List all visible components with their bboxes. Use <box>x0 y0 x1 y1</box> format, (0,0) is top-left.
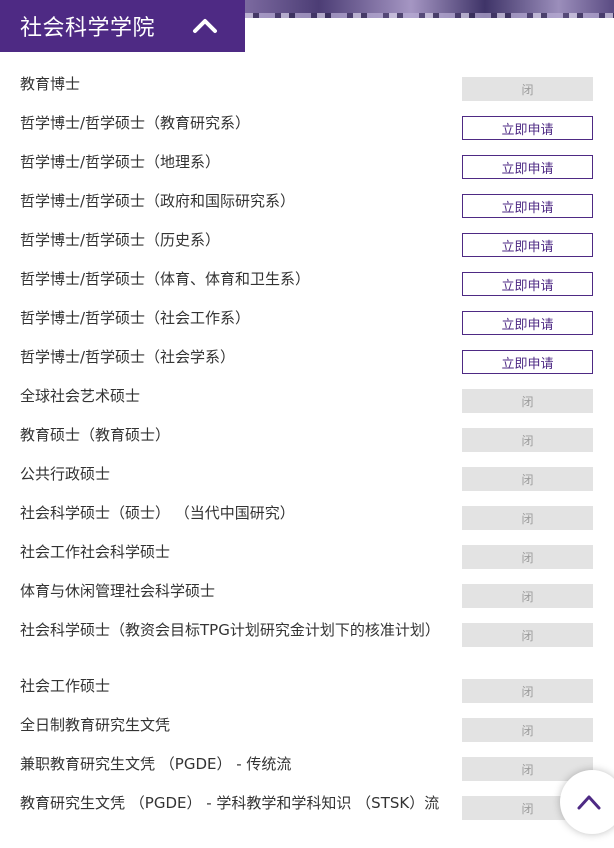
program-name: 全日制教育研究生文凭 <box>20 716 171 734</box>
closed-status-badge: 闭 <box>462 506 593 530</box>
program-row: 社会工作社会科学硕士 闭 <box>0 542 614 581</box>
closed-status-badge: 闭 <box>462 545 593 569</box>
program-list: 教育博士闭哲学博士/哲学硕士（教育研究系） 立即申请 哲学博士/哲学硕士（地理系）立… <box>0 74 614 832</box>
program-name: 兼职教育研究生文凭 （PGDE） - 传统流 <box>20 755 292 773</box>
collapse-section-button[interactable] <box>190 12 220 38</box>
apply-now-button[interactable]: 立即申请 <box>462 116 593 140</box>
program-name: 社会科学硕士（教资会目标TPG计划研究金计划下的核准计划） <box>20 621 440 639</box>
program-name: 体育与休闲管理社会科学硕士 <box>20 582 216 600</box>
closed-status-badge: 闭 <box>462 718 593 742</box>
program-row: 全球社会艺术硕士 闭 <box>0 386 614 425</box>
program-name: 哲学博士/哲学硕士（历史系） <box>20 231 221 249</box>
section-header[interactable]: 社会科学学院 <box>0 0 245 52</box>
program-name: 哲学博士/哲学硕士（教育研究系） <box>20 114 251 132</box>
program-name: 全球社会艺术硕士 <box>20 387 141 405</box>
program-row: 哲学博士/哲学硕士（历史系） 立即申请 <box>0 230 614 269</box>
program-row: 社会工作硕士 闭 <box>0 676 614 715</box>
chevron-up-icon <box>193 19 217 33</box>
closed-status-badge: 闭 <box>462 428 593 452</box>
apply-now-button[interactable]: 立即申请 <box>462 350 593 374</box>
program-row: 教育研究生文凭 （PGDE） - 学科教学和学科知识 （STSK）流闭 <box>0 793 614 832</box>
closed-status-badge: 闭 <box>462 584 593 608</box>
program-row: 哲学博士/哲学硕士（体育、体育和卫生系） 立即申请 <box>0 269 614 308</box>
closed-status-badge: 闭 <box>462 77 593 101</box>
section-title: 社会科学学院 <box>20 16 156 41</box>
header-banner-photo <box>245 0 614 18</box>
program-name: 哲学博士/哲学硕士（社会工作系） <box>20 309 251 327</box>
program-name: 哲学博士/哲学硕士（体育、体育和卫生系） <box>20 270 311 288</box>
program-name: 教育硕士（教育硕士） <box>20 426 171 444</box>
program-row: 哲学博士/哲学硕士（社会工作系） 立即申请 <box>0 308 614 347</box>
program-row: 哲学博士/哲学硕士（政府和国际研究系） 立即申请 <box>0 191 614 230</box>
program-row: 社会科学硕士（教资会目标TPG计划研究金计划下的核准计划） 闭 <box>0 620 614 676</box>
program-row: 体育与休闲管理社会科学硕士 闭 <box>0 581 614 620</box>
program-name: 社会工作社会科学硕士 <box>20 543 171 561</box>
apply-now-button[interactable]: 立即申请 <box>462 233 593 257</box>
program-row: 哲学博士/哲学硕士（地理系） 立即申请 <box>0 152 614 191</box>
program-name: 哲学博士/哲学硕士（政府和国际研究系） <box>20 192 296 210</box>
program-row: 兼职教育研究生文凭 （PGDE） - 传统流闭 <box>0 754 614 793</box>
closed-status-badge: 闭 <box>462 623 593 647</box>
closed-status-badge: 闭 <box>462 679 593 703</box>
closed-status-badge: 闭 <box>462 389 593 413</box>
program-row: 教育博士 闭 <box>0 74 614 113</box>
program-name: 教育博士 <box>20 75 81 93</box>
apply-now-button[interactable]: 立即申请 <box>462 311 593 335</box>
program-row: 社会科学硕士（硕士） （当代中国研究） 闭 <box>0 503 614 542</box>
program-row: 哲学博士/哲学硕士（社会学系） 立即申请 <box>0 347 614 386</box>
program-name: 社会科学硕士（硕士） （当代中国研究） <box>20 504 295 522</box>
apply-now-button[interactable]: 立即申请 <box>462 194 593 218</box>
closed-status-badge: 闭 <box>462 467 593 491</box>
apply-now-button[interactable]: 立即申请 <box>462 272 593 296</box>
apply-now-button[interactable]: 立即申请 <box>462 155 593 179</box>
program-row: 公共行政硕士 闭 <box>0 464 614 503</box>
program-name: 公共行政硕士 <box>20 465 111 483</box>
chevron-up-icon <box>577 795 601 810</box>
program-name: 社会工作硕士 <box>20 677 111 695</box>
program-name: 哲学博士/哲学硕士（社会学系） <box>20 348 236 366</box>
program-row: 哲学博士/哲学硕士（教育研究系） 立即申请 <box>0 113 614 152</box>
program-row: 全日制教育研究生文凭 闭 <box>0 715 614 754</box>
program-name: 教育研究生文凭 （PGDE） - 学科教学和学科知识 （STSK）流 <box>20 794 440 812</box>
program-name: 哲学博士/哲学硕士（地理系） <box>20 153 221 171</box>
program-row: 教育硕士（教育硕士） 闭 <box>0 425 614 464</box>
